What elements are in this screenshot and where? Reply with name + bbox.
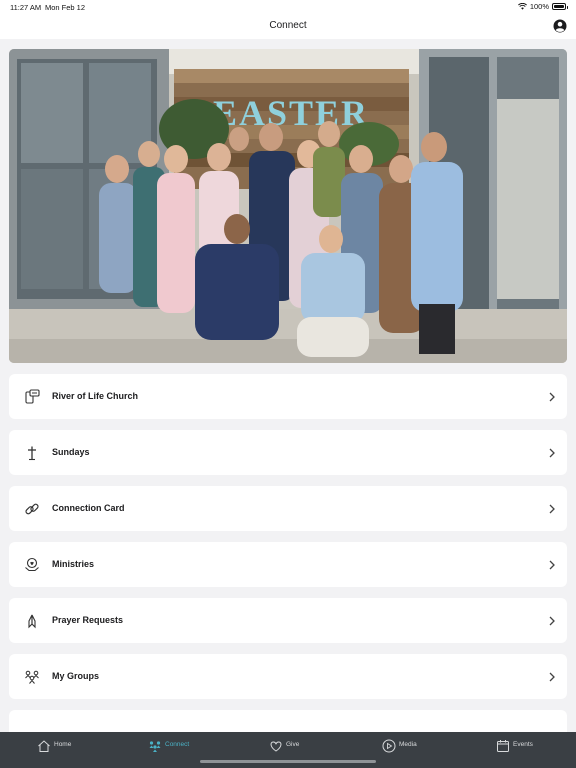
menu-item-label: Sundays [52, 447, 90, 457]
page-title: Connect [269, 20, 307, 31]
menu-item-my-groups[interactable]: My Groups [9, 654, 567, 699]
chevron-right-icon [549, 448, 555, 458]
cross-icon [28, 446, 36, 461]
praying-hands-icon [28, 614, 36, 629]
menu-item-label: My Groups [52, 671, 100, 681]
profile-icon[interactable] [553, 19, 567, 33]
tab-label: Give [286, 741, 300, 748]
menu-item-sundays[interactable]: Sundays [9, 430, 567, 475]
menu-item-prayer-requests[interactable]: Prayer Requests [9, 598, 567, 643]
menu-item-label: Connection Card [52, 503, 125, 513]
chevron-right-icon [549, 672, 555, 682]
hands-heart-icon [25, 557, 39, 572]
people-icon [149, 741, 161, 752]
menu-item-river-of-life-church[interactable]: River of Life Church [9, 374, 567, 419]
group-photo-image: EASTER [9, 49, 567, 363]
tab-events[interactable]: Events [496, 732, 533, 768]
tab-label: Connect [165, 741, 190, 748]
menu-item-label: Ministries [52, 559, 95, 569]
home-icon [38, 740, 50, 752]
play-icon [382, 739, 396, 753]
status-right: 100% [517, 2, 568, 11]
tab-connect[interactable]: Connect [148, 732, 189, 768]
menu-item-connection-card[interactable]: Connection Card [9, 486, 567, 531]
chevron-right-icon [549, 392, 555, 402]
menu-item-ministries[interactable]: Ministries [9, 542, 567, 587]
tab-label: Events [513, 741, 533, 748]
people-icon [25, 670, 39, 684]
heart-icon [270, 741, 282, 752]
tab-media[interactable]: Media [382, 732, 417, 768]
calendar-icon [497, 740, 509, 752]
nav-bar: Connect [0, 14, 576, 39]
link-icon [25, 503, 39, 515]
battery-percent: 100% [529, 2, 549, 11]
tab-home[interactable]: Home [37, 732, 71, 768]
chevron-right-icon [549, 560, 555, 570]
menu-item-label: River of Life Church [52, 391, 139, 401]
menu-item-label: Prayer Requests [52, 615, 124, 625]
chevron-right-icon [549, 504, 555, 514]
chevron-right-icon [549, 616, 555, 626]
tab-label: Media [399, 741, 417, 748]
home-indicator [200, 760, 376, 763]
wifi-icon [517, 3, 527, 10]
battery-icon [552, 3, 568, 10]
tab-label: Home [54, 741, 72, 748]
status-time: 11:27 AM [10, 3, 42, 12]
easter-sign-text: EASTER [213, 93, 369, 133]
hero-photo: EASTER [9, 49, 567, 363]
status-bar: 11:27 AM Mon Feb 12 100% [0, 0, 576, 14]
status-date: Mon Feb 12 [45, 3, 86, 12]
info-phone-icon [25, 389, 40, 404]
